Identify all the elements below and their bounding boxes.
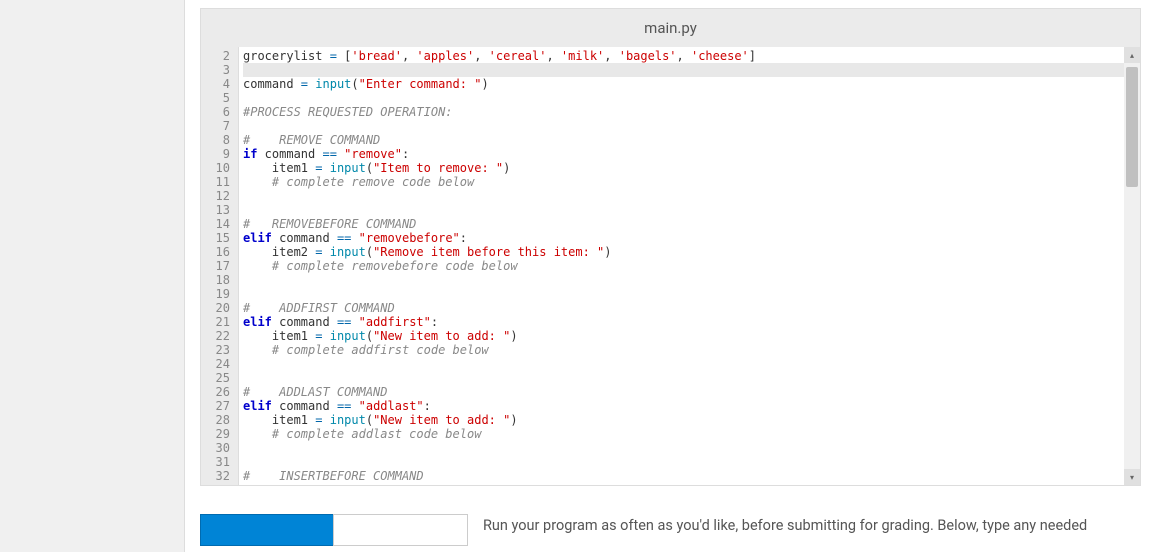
code-lines[interactable]: grocerylist = ['bread', 'apples', 'cerea…	[239, 47, 1140, 485]
line-number: 32	[205, 469, 230, 483]
code-line[interactable]: item1 = input("New item to add: ")	[243, 329, 1140, 343]
line-number: 11	[205, 175, 230, 189]
code-line[interactable]	[243, 273, 1140, 287]
code-line[interactable]: elif command == "addlast":	[243, 399, 1140, 413]
line-number: 2	[205, 49, 230, 63]
code-line[interactable]	[243, 189, 1140, 203]
line-number: 8	[205, 133, 230, 147]
code-line[interactable]: elif command == "addfirst":	[243, 315, 1140, 329]
code-line[interactable]: # complete remove code below	[243, 175, 1140, 189]
line-number: 7	[205, 119, 230, 133]
main-content: main.py 23456789101112131415161718192021…	[185, 0, 1156, 552]
run-button-secondary[interactable]	[333, 514, 468, 546]
code-line[interactable]: # ADDFIRST COMMAND	[243, 301, 1140, 315]
scrollbar-thumb[interactable]	[1126, 67, 1138, 187]
scroll-up-button[interactable]: ▴	[1124, 47, 1140, 63]
code-line[interactable]: elif command == "removebefore":	[243, 231, 1140, 245]
line-number: 6	[205, 105, 230, 119]
code-line[interactable]: # complete removebefore code below	[243, 259, 1140, 273]
code-line[interactable]: # REMOVEBEFORE COMMAND	[243, 217, 1140, 231]
line-number: 13	[205, 203, 230, 217]
code-line[interactable]: grocerylist = ['bread', 'apples', 'cerea…	[243, 49, 1140, 63]
line-number: 4	[205, 77, 230, 91]
line-number: 18	[205, 273, 230, 287]
line-number: 14	[205, 217, 230, 231]
line-number: 20	[205, 301, 230, 315]
bottom-section: Run your program as often as you'd like,…	[200, 514, 1141, 546]
line-number: 27	[205, 399, 230, 413]
line-number: 5	[205, 91, 230, 105]
code-line[interactable]: # complete addlast code below	[243, 427, 1140, 441]
code-line[interactable]	[243, 119, 1140, 133]
code-line[interactable]: # ADDLAST COMMAND	[243, 385, 1140, 399]
line-number: 22	[205, 329, 230, 343]
line-number: 23	[205, 343, 230, 357]
line-number: 30	[205, 441, 230, 455]
code-line[interactable]: # INSERTBEFORE COMMAND	[243, 469, 1140, 483]
line-number-gutter: 2345678910111213141516171819202122232425…	[201, 47, 239, 485]
line-number: 31	[205, 455, 230, 469]
scrollbar-track[interactable]: ▴ ▾	[1124, 47, 1140, 485]
instruction-text: Run your program as often as you'd like,…	[483, 514, 1141, 534]
line-number: 25	[205, 371, 230, 385]
code-line[interactable]: # REMOVE COMMAND	[243, 133, 1140, 147]
line-number: 17	[205, 259, 230, 273]
line-number: 26	[205, 385, 230, 399]
code-line[interactable]	[243, 203, 1140, 217]
line-number: 9	[205, 147, 230, 161]
code-area[interactable]: 2345678910111213141516171819202122232425…	[201, 47, 1140, 485]
code-line[interactable]	[243, 91, 1140, 105]
line-number: 29	[205, 427, 230, 441]
line-number: 15	[205, 231, 230, 245]
editor-filename: main.py	[201, 9, 1140, 47]
code-line[interactable]	[243, 357, 1140, 371]
code-line[interactable]: # complete addfirst code below	[243, 343, 1140, 357]
code-line[interactable]: item1 = input("Item to remove: ")	[243, 161, 1140, 175]
line-number: 21	[205, 315, 230, 329]
code-line[interactable]: #PROCESS REQUESTED OPERATION:	[243, 105, 1140, 119]
line-number: 19	[205, 287, 230, 301]
line-number: 3	[205, 63, 230, 77]
line-number: 12	[205, 189, 230, 203]
code-line[interactable]: if command == "remove":	[243, 147, 1140, 161]
code-line[interactable]	[243, 455, 1140, 469]
code-editor: main.py 23456789101112131415161718192021…	[200, 8, 1141, 486]
line-number: 24	[205, 357, 230, 371]
code-line[interactable]	[243, 287, 1140, 301]
code-line[interactable]: command = input("Enter command: ")	[243, 77, 1140, 91]
line-number: 28	[205, 413, 230, 427]
code-line[interactable]	[243, 371, 1140, 385]
scroll-down-button[interactable]: ▾	[1124, 469, 1140, 485]
code-line[interactable]: item1 = input("New item to add: ")	[243, 413, 1140, 427]
line-number: 10	[205, 161, 230, 175]
code-line[interactable]	[243, 441, 1140, 455]
left-sidebar	[0, 0, 185, 552]
line-number: 16	[205, 245, 230, 259]
code-line[interactable]: item2 = input("Remove item before this i…	[243, 245, 1140, 259]
run-button-primary[interactable]	[200, 514, 335, 546]
code-line[interactable]	[243, 63, 1140, 77]
